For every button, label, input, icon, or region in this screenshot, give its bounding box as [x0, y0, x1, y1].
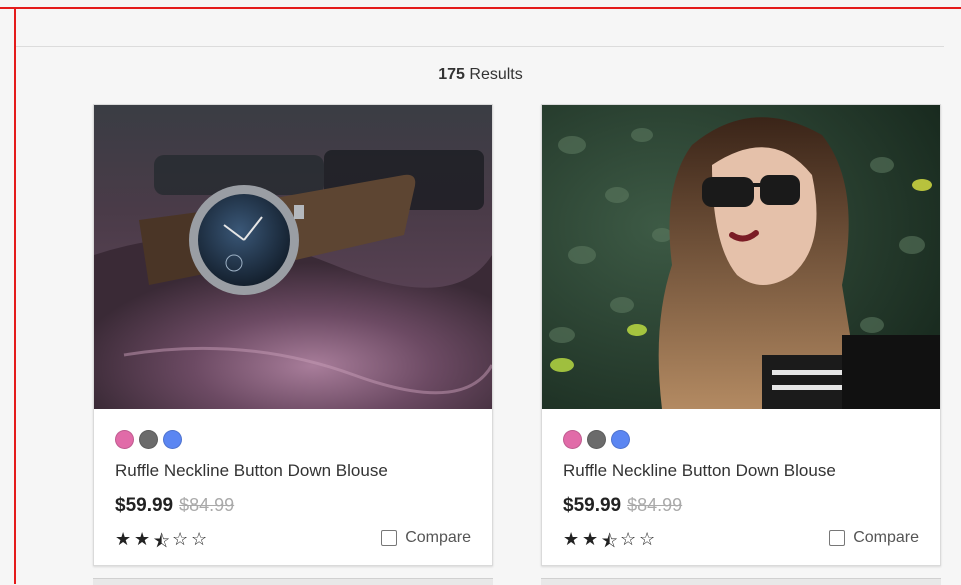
compare-toggle[interactable]: Compare	[381, 529, 471, 547]
swatch-blue[interactable]	[163, 430, 182, 449]
star-empty-icon: ☆	[191, 529, 209, 549]
header-divider	[16, 46, 944, 47]
star-rating: ★ ★ ⯪ ☆ ☆	[563, 529, 658, 559]
results-count: 175 Results	[0, 66, 961, 84]
product-image[interactable]	[94, 105, 492, 409]
compare-toggle[interactable]: Compare	[829, 529, 919, 547]
star-empty-icon: ☆	[172, 529, 190, 549]
results-label: Results	[464, 66, 523, 83]
swatch-gray[interactable]	[587, 430, 606, 449]
swatch-pink[interactable]	[563, 430, 582, 449]
star-full-icon: ★	[582, 529, 600, 549]
sale-price: $59.99	[115, 495, 174, 516]
original-price: $84.99	[179, 495, 235, 515]
product-image[interactable]	[542, 105, 940, 409]
star-full-icon: ★	[115, 529, 133, 549]
swatch-blue[interactable]	[611, 430, 630, 449]
star-empty-icon: ☆	[620, 529, 638, 549]
star-half-icon: ⯪	[601, 531, 620, 551]
frame-left-border	[14, 7, 16, 584]
star-half-icon: ⯪	[153, 531, 172, 551]
compare-checkbox[interactable]	[381, 530, 398, 546]
swatch-pink[interactable]	[115, 430, 134, 449]
compare-label[interactable]: Compare	[405, 529, 471, 547]
product-card[interactable]: Ruffle Neckline Button Down Blouse $59.9…	[541, 104, 941, 566]
frame-top-border	[0, 7, 961, 9]
sale-price: $59.99	[563, 495, 622, 516]
color-swatches	[115, 430, 182, 449]
results-number: 175	[438, 66, 465, 83]
star-rating: ★ ★ ⯪ ☆ ☆	[115, 529, 210, 559]
product-title[interactable]: Ruffle Neckline Button Down Blouse	[115, 461, 388, 481]
original-price: $84.99	[627, 495, 683, 515]
product-title[interactable]: Ruffle Neckline Button Down Blouse	[563, 461, 836, 481]
star-full-icon: ★	[563, 529, 581, 549]
watch-photo	[94, 105, 492, 409]
color-swatches	[563, 430, 630, 449]
star-empty-icon: ☆	[639, 529, 657, 549]
price-block: $59.99 $84.99	[115, 495, 234, 517]
price-block: $59.99 $84.99	[563, 495, 682, 517]
compare-checkbox[interactable]	[829, 530, 846, 546]
product-card[interactable]: Ruffle Neckline Button Down Blouse $59.9…	[93, 104, 493, 566]
compare-label[interactable]: Compare	[853, 529, 919, 547]
sunglasses-photo	[542, 105, 940, 409]
star-full-icon: ★	[134, 529, 152, 549]
swatch-gray[interactable]	[139, 430, 158, 449]
